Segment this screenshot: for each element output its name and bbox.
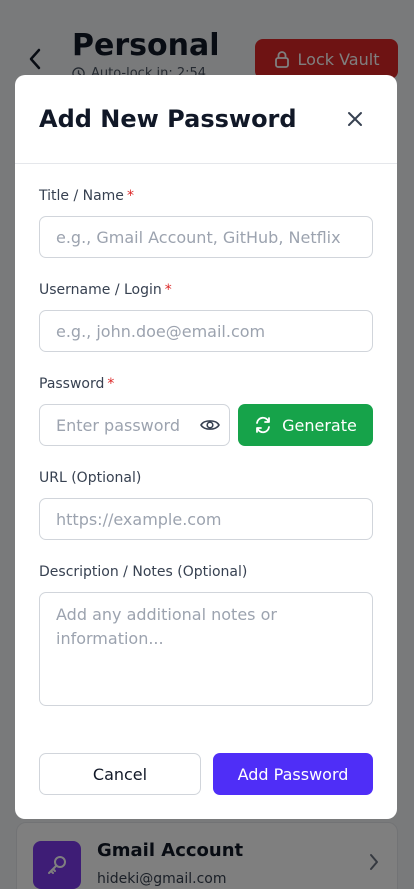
username-input[interactable]	[39, 310, 373, 352]
close-icon	[348, 112, 362, 126]
notes-textarea[interactable]	[39, 592, 373, 706]
password-field	[39, 404, 230, 446]
modal-header: Add New Password	[15, 75, 397, 164]
modal-title: Add New Password	[39, 105, 297, 133]
username-label: Username / Login *	[39, 282, 172, 298]
password-label-text: Password	[39, 376, 105, 392]
add-password-button[interactable]: Add Password	[213, 753, 373, 795]
toggle-visibility-button[interactable]	[200, 415, 220, 435]
generate-label: Generate	[282, 415, 357, 435]
notes-label: Description / Notes (Optional)	[39, 564, 248, 580]
eye-icon	[200, 420, 220, 430]
title-label-text: Title / Name	[39, 188, 124, 204]
refresh-icon	[256, 416, 271, 434]
generate-button[interactable]: Generate	[238, 404, 373, 446]
password-label: Password *	[39, 376, 114, 392]
url-input[interactable]	[39, 498, 373, 540]
required-mark: *	[107, 376, 115, 392]
close-button[interactable]	[343, 107, 367, 131]
title-label: Title / Name *	[39, 188, 134, 204]
username-label-text: Username / Login	[39, 282, 162, 298]
add-password-modal: Add New Password Title / Name* Username …	[15, 75, 397, 819]
required-mark: *	[164, 282, 172, 298]
url-label: URL (Optional)	[39, 470, 142, 486]
cancel-button[interactable]: Cancel	[39, 753, 201, 795]
title-input[interactable]	[39, 216, 373, 258]
required-mark: *	[126, 188, 134, 204]
